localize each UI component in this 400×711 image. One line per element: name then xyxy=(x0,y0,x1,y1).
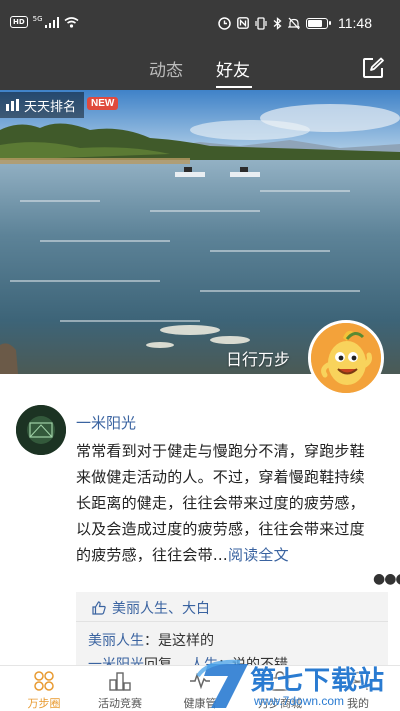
bluetooth-icon xyxy=(273,16,282,30)
likes-names[interactable]: 美丽人生、大白 xyxy=(112,598,210,618)
nav-label: 万步圈 xyxy=(27,697,61,710)
nav-label: 活动竞赛 xyxy=(98,697,142,710)
thumb-up-icon[interactable] xyxy=(92,601,106,615)
nav-item-contest[interactable]: 活动竞赛 xyxy=(82,666,158,711)
tab-dynamic[interactable]: 动态 xyxy=(149,56,183,81)
circle-grid-icon xyxy=(34,671,54,691)
nfc-icon xyxy=(237,17,249,29)
watermark-text: 第七下载站 xyxy=(250,666,386,696)
status-bar: HD 5G 11:48 xyxy=(0,0,400,48)
nav-item-circle[interactable]: 万步圈 xyxy=(6,666,82,711)
likes-row: 美丽人生、大白 xyxy=(92,598,210,618)
bar-chart-icon xyxy=(6,99,19,111)
avatar-image xyxy=(16,405,66,455)
battery-level xyxy=(308,19,323,27)
comment-item[interactable]: 美丽人生：是这样的 xyxy=(88,630,214,650)
battery-icon xyxy=(306,17,331,29)
status-left: HD 5G xyxy=(10,15,79,28)
mascot-avatar[interactable] xyxy=(308,320,384,396)
post-text: 常常看到对于健走与慢跑分不清，穿跑步鞋来做健走活动的人。不过，穿着慢跑鞋持续长距… xyxy=(76,442,365,564)
post-body[interactable]: 常常看到对于健走与慢跑分不清，穿跑步鞋来做健走活动的人。不过，穿着慢跑鞋持续长距… xyxy=(76,438,376,568)
comment-text: 是这样的 xyxy=(158,633,214,649)
mascot-image xyxy=(311,323,381,393)
tab-active-indicator xyxy=(216,86,252,88)
tab-friends[interactable]: 好友 xyxy=(216,56,250,81)
podium-icon xyxy=(109,672,131,691)
signal-icon xyxy=(44,16,59,28)
comment-user[interactable]: 美丽人生 xyxy=(88,633,144,649)
hd-badge: HD xyxy=(10,16,28,28)
comment-sep: ： xyxy=(144,633,158,649)
watermark-url: www.7down.com xyxy=(254,694,345,708)
likes-divider xyxy=(76,621,388,622)
wifi-icon xyxy=(64,16,79,28)
banner-caption: 日行万步 xyxy=(226,350,291,369)
status-time: 11:48 xyxy=(338,15,372,31)
ranking-tag[interactable]: 天天排名 xyxy=(0,92,85,118)
top-header: 动态 好友 xyxy=(0,48,400,90)
network-label: 5G xyxy=(32,15,43,23)
read-more-link[interactable]: 阅读全文 xyxy=(228,546,289,564)
mute-icon xyxy=(288,17,300,29)
new-badge: NEW xyxy=(87,97,119,110)
alarm-icon xyxy=(218,16,231,30)
edit-square-icon[interactable] xyxy=(362,57,384,79)
status-right: 11:48 xyxy=(218,15,372,31)
author-name[interactable]: 一米阳光 xyxy=(76,412,136,433)
ranking-label: 天天排名 xyxy=(24,99,77,115)
author-avatar[interactable] xyxy=(16,405,66,455)
vibrate-icon xyxy=(255,16,267,30)
more-dots-icon[interactable]: ●●● xyxy=(373,571,400,587)
